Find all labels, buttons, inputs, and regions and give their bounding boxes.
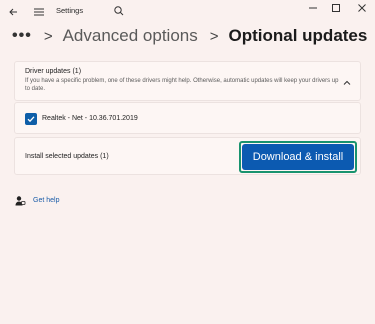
settings-window: Settings ••• > Advanced options > Option…: [0, 0, 375, 324]
driver-updates-description: If you have a specific problem, one of t…: [25, 78, 339, 92]
checkmark-icon: [27, 116, 35, 123]
breadcrumb-advanced-options[interactable]: Advanced options: [63, 26, 198, 46]
hamburger-menu-icon[interactable]: [31, 4, 47, 20]
close-icon[interactable]: [348, 0, 375, 16]
list-item[interactable]: Realtek - Net - 10.36.701.2019: [14, 102, 361, 134]
driver-checkbox[interactable]: [25, 113, 37, 125]
help-person-icon: [14, 194, 26, 206]
driver-label: Realtek - Net - 10.36.701.2019: [42, 115, 138, 122]
chevron-up-icon[interactable]: [342, 75, 352, 85]
more-options-icon[interactable]: •••: [12, 27, 32, 45]
title-bar: Settings: [0, 0, 375, 24]
get-help-link[interactable]: Get help: [33, 197, 59, 204]
breadcrumb: ••• > Advanced options > Optional update…: [12, 22, 367, 50]
driver-updates-title: Driver updates (1): [25, 68, 82, 75]
page-title: Optional updates: [228, 26, 368, 45]
install-selected-label: Install selected updates (1): [25, 153, 109, 160]
maximize-icon[interactable]: [322, 0, 350, 16]
focus-ring: Download & install: [239, 141, 357, 173]
install-row: Install selected updates (1) Download & …: [14, 137, 361, 175]
breadcrumb-separator: >: [209, 27, 219, 45]
window-title: Settings: [56, 6, 84, 15]
breadcrumb-separator: >: [43, 27, 53, 45]
back-arrow-icon[interactable]: [6, 4, 22, 20]
download-install-button[interactable]: Download & install: [242, 144, 354, 170]
get-help[interactable]: Get help: [14, 194, 59, 206]
driver-updates-header[interactable]: Driver updates (1) If you have a specifi…: [14, 61, 361, 101]
search-icon[interactable]: [112, 4, 126, 18]
